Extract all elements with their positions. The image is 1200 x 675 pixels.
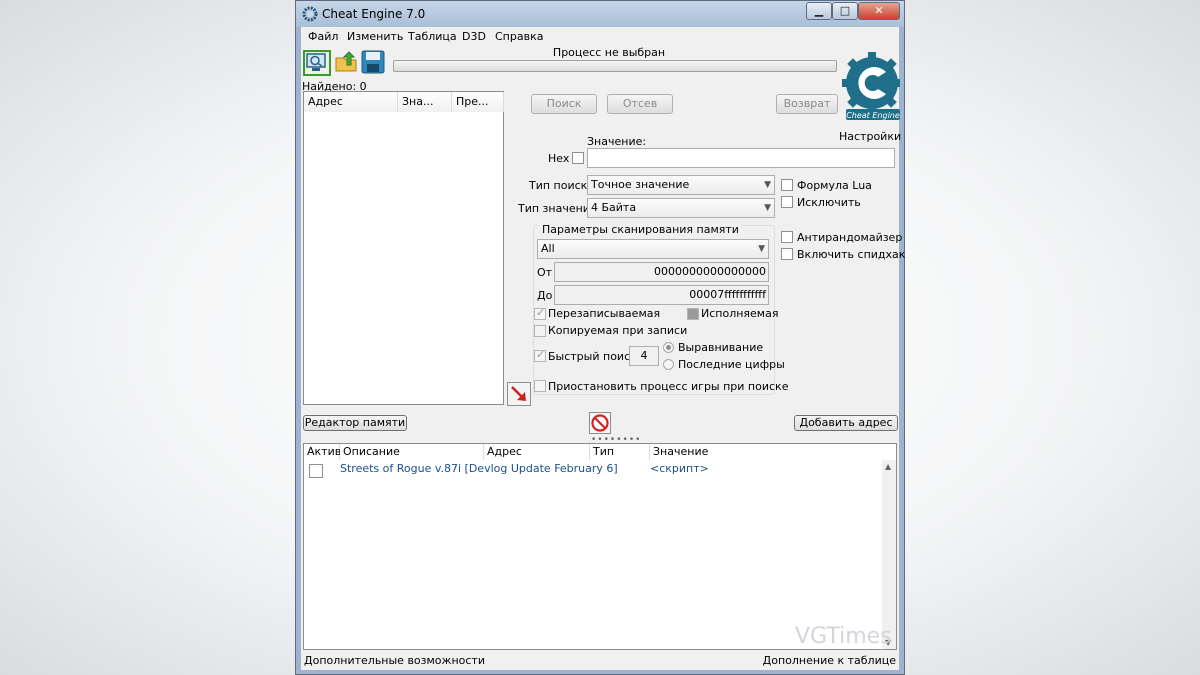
first-scan-button[interactable]: Поиск	[531, 94, 597, 114]
memory-region-select[interactable]: All ▼	[537, 239, 769, 259]
fast-scan-checkbox[interactable]	[534, 348, 546, 362]
logo-text: Cheat Engine	[846, 111, 900, 120]
scan-progress-bar	[393, 60, 837, 72]
exclude-checkbox[interactable]	[781, 196, 793, 208]
from-label: От	[537, 266, 553, 279]
pause-process-checkbox[interactable]	[534, 380, 546, 392]
open-process-icon	[306, 53, 326, 71]
row-active-checkbox[interactable]	[309, 464, 323, 478]
chevron-down-icon: ▼	[764, 203, 771, 213]
hex-label: Hex	[548, 152, 570, 165]
settings-link[interactable]: Настройки	[839, 130, 901, 143]
window-title: Cheat Engine 7.0	[322, 7, 426, 21]
hex-checkbox[interactable]	[572, 152, 584, 164]
chevron-down-icon: ▼	[764, 180, 771, 190]
cheat-table[interactable]: Актив. Описание Адрес Тип Значение Stree…	[303, 443, 897, 650]
process-name-label: Процесс не выбран	[552, 46, 666, 59]
chevron-down-icon: ▼	[758, 244, 765, 254]
antirandomizer-checkbox[interactable]	[781, 231, 793, 243]
value-input[interactable]	[587, 148, 895, 168]
alignment-label: Выравнивание	[678, 341, 764, 354]
fast-scan-label: Быстрый поиск	[548, 350, 637, 363]
table-column-value[interactable]: Значение	[650, 444, 884, 460]
to-label: До	[537, 289, 553, 302]
memory-scan-options-title: Параметры сканирования памяти	[540, 223, 741, 236]
scroll-up-icon[interactable]: ▲	[885, 462, 891, 471]
menu-help[interactable]: Справка	[495, 30, 543, 43]
clear-table-icon[interactable]	[589, 412, 611, 434]
open-process-button[interactable]	[303, 50, 331, 76]
cheat-engine-app-icon	[302, 6, 318, 22]
table-column-active[interactable]: Актив.	[304, 444, 345, 460]
executable-label: Исполняемая	[701, 307, 779, 320]
advanced-options-link[interactable]: Дополнительные возможности	[304, 654, 485, 667]
fast-scan-alignment-input[interactable]: 4	[629, 346, 659, 366]
table-column-address[interactable]: Адрес	[484, 444, 590, 460]
menu-bar: Файл Изменить Таблица D3D Справка	[301, 27, 899, 45]
lua-formula-label: Формула Lua	[797, 179, 872, 192]
copy-on-write-label: Копируемая при записи	[548, 324, 688, 337]
writable-label: Перезаписываемая	[548, 307, 661, 320]
scan-type-select[interactable]: Точное значение ▼	[587, 175, 775, 195]
pause-process-label: Приостановить процесс игры при поиске	[548, 380, 789, 393]
red-arrow-down-right-icon	[511, 386, 526, 401]
memory-view-button[interactable]: Редактор памяти	[303, 415, 407, 431]
app-window: Cheat Engine 7.0 ▁ □ ✕ Файл Изменить Таб…	[295, 0, 905, 675]
undo-scan-button[interactable]: Возврат	[776, 94, 838, 114]
main-client-area: Файл Изменить Таблица D3D Справка Процес…	[301, 27, 905, 670]
speedhack-label: Включить спидхак	[797, 248, 906, 261]
menu-edit[interactable]: Изменить	[347, 30, 403, 43]
next-scan-button[interactable]: Отсев	[607, 94, 673, 114]
writable-checkbox[interactable]	[534, 306, 546, 320]
add-selected-to-list-button[interactable]	[507, 382, 531, 406]
bottom-status-bar: Дополнительные возможности Дополнение к …	[301, 651, 899, 670]
row-value: <скрипт>	[650, 462, 709, 475]
results-column-address[interactable]: Адрес	[304, 92, 398, 112]
title-bar[interactable]: Cheat Engine 7.0 ▁ □ ✕	[296, 1, 904, 27]
menu-file[interactable]: Файл	[308, 30, 338, 43]
alignment-radio[interactable]	[663, 342, 674, 353]
table-row[interactable]: Streets of Rogue v.87i [Devlog Update Fe…	[304, 462, 882, 478]
start-address-input[interactable]: 0000000000000000	[554, 262, 769, 282]
copy-on-write-checkbox[interactable]	[534, 325, 546, 337]
save-button[interactable]	[361, 50, 389, 76]
menu-table[interactable]: Таблица	[408, 30, 457, 43]
save-icon	[361, 50, 385, 74]
antirandomizer-label: Антирандомайзер	[797, 231, 903, 244]
speedhack-checkbox[interactable]	[781, 248, 793, 260]
maximize-button[interactable]: □	[832, 2, 858, 20]
stop-address-input[interactable]: 00007fffffffffff	[554, 285, 769, 305]
results-column-previous[interactable]: Пре...	[452, 92, 504, 112]
scan-type-label: Тип поиска	[529, 179, 595, 192]
cheat-engine-logo[interactable]: Cheat Engine	[842, 47, 900, 127]
exclude-label: Исключить	[797, 196, 861, 209]
last-digits-radio[interactable]	[663, 359, 674, 370]
executable-checkbox[interactable]	[687, 308, 699, 320]
scan-type-value: Точное значение	[591, 178, 690, 191]
found-results-list[interactable]: Адрес Зна... Пре...	[303, 91, 504, 405]
results-column-value[interactable]: Зна...	[398, 92, 452, 112]
table-vertical-scrollbar[interactable]: ▲ ▼	[882, 460, 896, 649]
last-digits-label: Последние цифры	[678, 358, 785, 371]
row-description: Streets of Rogue v.87i [Devlog Update Fe…	[340, 462, 618, 475]
table-column-description[interactable]: Описание	[340, 444, 484, 460]
close-button[interactable]: ✕	[858, 2, 900, 20]
open-file-button[interactable]	[334, 50, 362, 76]
value-type-value: 4 Байта	[591, 201, 637, 214]
value-label: Значение:	[587, 135, 647, 148]
menu-d3d[interactable]: D3D	[462, 30, 486, 43]
table-column-type[interactable]: Тип	[590, 444, 650, 460]
memory-region-value: All	[541, 242, 555, 255]
minimize-button[interactable]: ▁	[806, 2, 832, 20]
add-address-button[interactable]: Добавить адрес	[794, 415, 898, 431]
watermark-logo: VGTimes	[795, 624, 892, 649]
lua-formula-checkbox[interactable]	[781, 179, 793, 191]
open-file-icon	[335, 51, 357, 72]
value-type-select[interactable]: 4 Байта ▼	[587, 198, 775, 218]
value-type-label: Тип значения	[518, 202, 597, 215]
table-extras-link[interactable]: Дополнение к таблице	[763, 654, 896, 667]
